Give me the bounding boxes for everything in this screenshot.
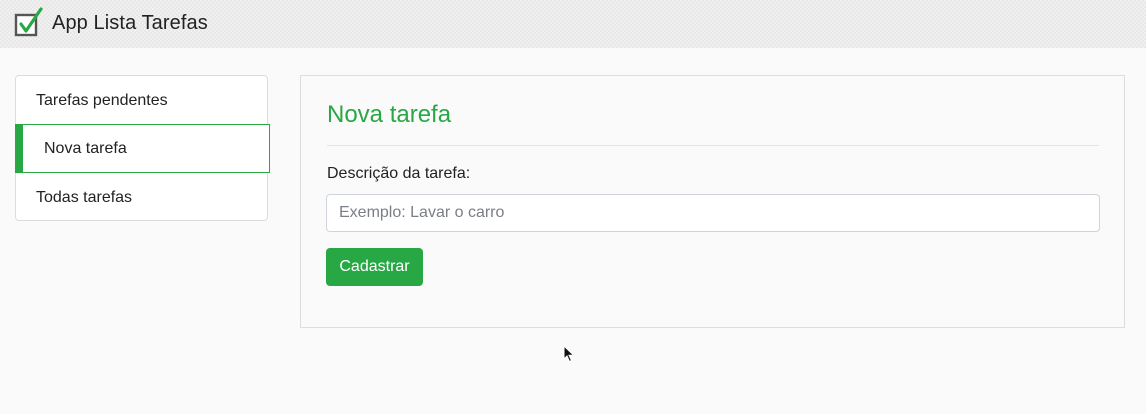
sidebar-item-label: Todas tarefas	[36, 188, 133, 206]
task-description-input[interactable]	[326, 194, 1100, 232]
page-title: Nova tarefa	[327, 101, 452, 128]
description-label: Descrição da tarefa:	[327, 165, 471, 182]
cadastrar-button[interactable]: Cadastrar	[326, 248, 423, 286]
sidebar-item-label: Tarefas pendentes	[36, 91, 168, 109]
top-navbar: App Lista Tarefas	[0, 0, 1146, 48]
sidebar-item-todas-tarefas[interactable]: Todas tarefas	[16, 173, 269, 222]
mouse-pointer-icon	[563, 345, 575, 363]
app-title: App Lista Tarefas	[52, 11, 208, 34]
sidebar-item-tarefas-pendentes[interactable]: Tarefas pendentes	[16, 76, 269, 125]
checkbox-checked-icon	[14, 7, 43, 37]
sidebar-item-label: Nova tarefa	[44, 139, 127, 157]
app-brand[interactable]: App Lista Tarefas	[14, 6, 208, 40]
sidebar-menu: Tarefas pendentes Nova tarefa Todas tare…	[15, 75, 270, 222]
sidebar-item-nova-tarefa[interactable]: Nova tarefa	[15, 124, 270, 173]
new-task-panel: Nova tarefa Descrição da tarefa: Cadastr…	[300, 75, 1125, 328]
title-divider	[327, 145, 1099, 146]
